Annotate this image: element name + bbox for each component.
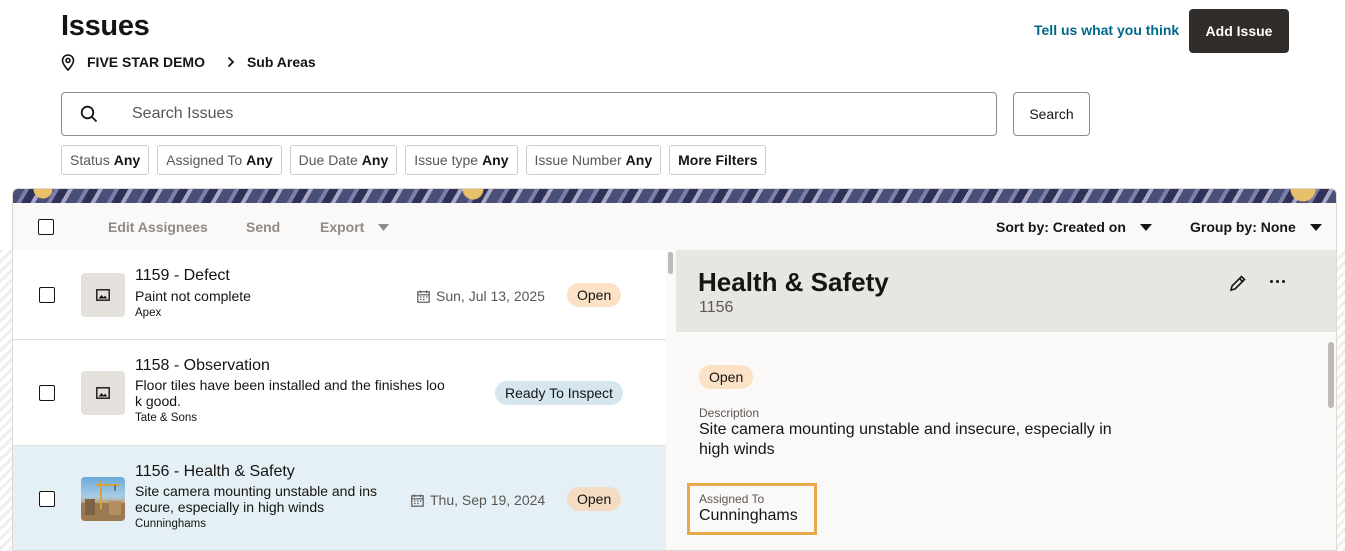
list-scrollbar[interactable] xyxy=(667,250,675,550)
issue-date-text: Thu, Sep 19, 2024 xyxy=(430,492,546,508)
caret-down-icon xyxy=(1139,223,1152,231)
image-icon xyxy=(81,273,125,317)
issue-date-text: Sun, Jul 13, 2025 xyxy=(436,288,545,304)
issue-description: Paint not complete xyxy=(135,288,251,304)
issue-description-line-2: ecure, especially in high winds xyxy=(135,499,325,515)
issue-title: 1159 - Defect xyxy=(135,267,230,284)
assigned-to-value: Cunninghams xyxy=(699,507,798,524)
filter-label: Due Date xyxy=(298,152,358,168)
assigned-to-label: Assigned To xyxy=(699,492,765,506)
search-button[interactable]: Search xyxy=(1013,92,1090,136)
description-line-2: high winds xyxy=(699,441,775,458)
list-toolbar: Edit Assignees Send Export Sort by: Crea… xyxy=(13,203,1336,250)
sort-by-menu[interactable]: Sort by: Created on xyxy=(996,219,1152,235)
filter-label: Status xyxy=(70,152,110,168)
row-checkbox[interactable] xyxy=(39,385,55,401)
filter-assigned-to[interactable]: Assigned To Any xyxy=(157,145,282,175)
issue-date: Sun, Jul 13, 2025 xyxy=(417,288,545,304)
filter-label: Issue type xyxy=(414,152,479,168)
location-pin-icon xyxy=(61,53,75,71)
issue-list: 1159 - Defect Paint not complete Apex Su… xyxy=(13,250,666,550)
filter-bar: Status Any Assigned To Any Due Date Any Iss… xyxy=(61,145,767,175)
breadcrumb-item-subareas[interactable]: Sub Areas xyxy=(247,54,316,70)
issue-row[interactable]: 1159 - Defect Paint not complete Apex Su… xyxy=(13,250,666,340)
filter-due-date[interactable]: Due Date Any xyxy=(289,145,398,175)
filter-issue-type[interactable]: Issue type Any xyxy=(405,145,518,175)
add-issue-button[interactable]: Add Issue xyxy=(1189,9,1289,53)
select-all-checkbox[interactable] xyxy=(38,219,54,235)
filter-value: Any xyxy=(482,152,509,168)
filter-label: Assigned To xyxy=(166,152,243,168)
issue-title: 1158 - Observation xyxy=(135,357,270,374)
issue-photo xyxy=(81,477,125,521)
issue-description-line-1: Site camera mounting unstable and ins xyxy=(135,483,378,499)
issue-organization: Tate & Sons xyxy=(135,412,198,424)
detail-status-badge: Open xyxy=(699,365,754,389)
detail-number: 1156 xyxy=(699,299,734,316)
export-label: Export xyxy=(320,219,365,235)
filter-label: Issue Number xyxy=(534,152,622,168)
issue-date: Thu, Sep 19, 2024 xyxy=(411,492,545,508)
row-checkbox[interactable] xyxy=(39,287,55,303)
issue-organization: Apex xyxy=(135,307,162,319)
issue-description-line-2: k good. xyxy=(135,393,181,409)
issue-organization: Cunninghams xyxy=(135,518,206,530)
search-icon xyxy=(80,105,98,123)
sort-by-label: Sort by: Created on xyxy=(996,219,1126,235)
issues-panel: Edit Assignees Send Export Sort by: Crea… xyxy=(12,188,1337,551)
group-by-label: Group by: None xyxy=(1190,219,1296,235)
issue-detail-panel: Health & Safety 1156 Open Description Si… xyxy=(676,250,1336,550)
export-menu[interactable]: Export xyxy=(320,219,390,235)
filter-issue-number[interactable]: Issue Number Any xyxy=(525,145,662,175)
image-icon xyxy=(81,371,125,415)
group-by-menu[interactable]: Group by: None xyxy=(1190,219,1322,235)
caret-down-icon xyxy=(378,223,390,231)
chevron-right-icon xyxy=(227,56,235,68)
more-horizontal-icon[interactable] xyxy=(1270,280,1285,283)
send-button[interactable]: Send xyxy=(246,219,280,235)
breadcrumb-location[interactable]: FIVE STAR DEMO xyxy=(61,53,205,71)
detail-header: Health & Safety 1156 xyxy=(676,250,1336,332)
issue-row-selected[interactable]: 1156 - Health & Safety Site camera mount… xyxy=(13,446,666,550)
description-line-1: Site camera mounting unstable and insecu… xyxy=(699,421,1112,438)
filter-value: Any xyxy=(113,152,141,168)
breadcrumb-item-project[interactable]: FIVE STAR DEMO xyxy=(87,54,205,70)
edit-assignees-button[interactable]: Edit Assignees xyxy=(108,219,208,235)
issue-row[interactable]: 1158 - Observation Floor tiles have been… xyxy=(13,340,666,446)
status-badge: Ready To Inspect xyxy=(495,381,623,405)
detail-scrollbar[interactable] xyxy=(1328,342,1334,408)
filter-value: Any xyxy=(246,152,273,168)
breadcrumb: FIVE STAR DEMO Sub Areas xyxy=(61,53,316,71)
caret-down-icon xyxy=(1309,223,1322,231)
status-badge: Open xyxy=(567,487,622,511)
calendar-icon xyxy=(417,290,430,303)
description-label: Description xyxy=(699,406,760,420)
status-badge: Open xyxy=(567,283,622,307)
row-checkbox[interactable] xyxy=(39,491,55,507)
filter-value: Any xyxy=(625,152,653,168)
feedback-link[interactable]: Tell us what you think xyxy=(1034,22,1179,38)
filter-value: Any xyxy=(361,152,389,168)
issue-description-line-1: Floor tiles have been installed and the … xyxy=(135,377,445,393)
detail-title: Health & Safety xyxy=(698,267,889,297)
more-filters-button[interactable]: More Filters xyxy=(669,145,767,175)
calendar-icon xyxy=(411,494,424,507)
page-title: Issues xyxy=(61,10,150,42)
issue-title: 1156 - Health & Safety xyxy=(135,463,295,480)
filter-status[interactable]: Status Any xyxy=(61,145,150,175)
search-input[interactable] xyxy=(132,105,996,123)
search-box xyxy=(61,92,997,136)
decorative-banner xyxy=(13,189,1336,203)
pencil-icon[interactable] xyxy=(1229,274,1247,292)
